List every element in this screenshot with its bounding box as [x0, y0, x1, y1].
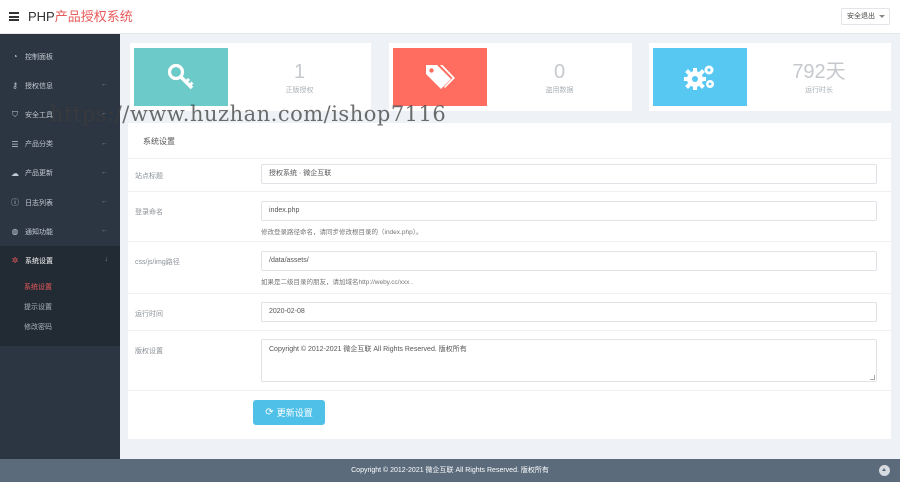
sidebar-item-dashboard[interactable]: ◔ 控制面板 [0, 42, 120, 71]
stat-label: 正版授权 [285, 87, 314, 94]
field-label: 版权设置 [135, 348, 163, 355]
arrow-left-icon: ← [101, 227, 108, 235]
field-label: css/js/img路径 [135, 259, 180, 266]
footer-copyright: Copyright © 2012-2021 微企互联 All Rights Re… [351, 467, 549, 474]
sidebar-item-system-settings[interactable]: ✲ 系统设置 ↓ [0, 246, 120, 276]
footer: Copyright © 2012-2021 微企互联 All Rights Re… [0, 459, 900, 482]
sidebar-item-label: 授权信息 [25, 82, 53, 90]
stat-tile [134, 48, 228, 106]
cogs-icon [684, 65, 714, 90]
stat-value: 0 [553, 61, 566, 83]
arrow-left-icon: ← [101, 110, 108, 118]
stat-card-uptime: 792天 运行时长 [649, 43, 891, 111]
back-to-top-icon[interactable] [879, 465, 890, 476]
arrow-down-icon: ↓ [104, 256, 109, 264]
brand-prefix: PHP [28, 9, 55, 24]
sidebar-item-label: 通知功能 [25, 228, 53, 236]
globe-icon: ◍ [11, 227, 19, 237]
cloud-upload-icon: ☁ [11, 168, 19, 178]
update-settings-button[interactable]: ⟳ 更新设置 [253, 400, 325, 425]
field-label: 运行时间 [135, 311, 163, 318]
list-icon: ☰ [11, 139, 19, 149]
login-name-input[interactable]: index.php [261, 201, 877, 221]
sidebar-item-categories[interactable]: ☰ 产品分类 ← [0, 130, 120, 159]
update-settings-label: 更新设置 [276, 408, 313, 418]
arrow-left-icon: ← [101, 168, 108, 176]
settings-panel: 系统设置 站点标题 授权系统 · 微企互联 登录命名 index.php 修改登… [128, 123, 891, 439]
hamburger-menu-icon[interactable] [9, 12, 19, 21]
sidebar-item-updates[interactable]: ☁ 产品更新 ← [0, 159, 120, 188]
brand-accent: 产品授权系统 [54, 9, 133, 24]
resize-handle[interactable] [870, 375, 875, 380]
sidebar-item-license[interactable]: ⚷ 授权信息 ← [0, 71, 120, 100]
key-icon: ⚷ [12, 81, 18, 91]
tag-icon [426, 65, 455, 89]
site-title-input[interactable]: 授权系统 · 微企互联 [261, 164, 877, 184]
cogs-icon: ✲ [11, 256, 19, 266]
stat-tile [393, 48, 487, 106]
stat-card-piracy: 0 盗用数据 [389, 43, 632, 111]
field-label: 登录命名 [135, 209, 163, 216]
sidebar: ◔ 控制面板 ⚷ 授权信息 ← ⛉ 安全工具 ← ☰ 产品分类 ← ☁ 产品更新… [0, 34, 120, 459]
logout-dropdown[interactable]: 安全退出 [841, 8, 890, 25]
sidebar-item-label: 系统设置 [25, 257, 53, 265]
form-divider [128, 390, 891, 391]
form-row-assets-path: css/js/img路径 /data/assets/ 如果是二级目录的朋友，请加… [128, 241, 891, 293]
logout-label: 安全退出 [847, 13, 875, 20]
app-title: PHP产品授权系统 [28, 9, 133, 25]
sidebar-item-label: 控制面板 [25, 53, 53, 61]
assets-path-input[interactable]: /data/assets/ [261, 251, 877, 271]
submenu-item-prompt-settings[interactable]: 提示设置 [0, 298, 120, 318]
arrow-left-icon: ← [101, 197, 108, 205]
run-time-input[interactable]: 2020-02-08 [261, 302, 877, 322]
stat-card-licenses: 1 正版授权 [130, 43, 371, 111]
sidebar-item-notifications[interactable]: ◍ 通知功能 ← [0, 217, 120, 246]
field-hint: 修改登录路径命名，请同步修改根目录的（index.php）。 [261, 229, 423, 236]
sidebar-submenu: 系统设置 提示设置 修改密码 [0, 275, 120, 346]
stat-label: 运行时长 [805, 87, 833, 94]
submenu-item-system-settings[interactable]: 系统设置 [0, 278, 120, 298]
copyright-text: Copyright © 2012-2021 微企互联 All Rights Re… [269, 346, 467, 353]
sidebar-item-label: 日志列表 [25, 199, 53, 207]
sidebar-item-logs[interactable]: ⓘ 日志列表 ← [0, 188, 120, 217]
key-icon [167, 63, 194, 90]
shield-icon: ⛉ [12, 109, 18, 119]
field-hint: 如果是二级目录的朋友，请加域名http://weby.cc/xxx . [261, 279, 413, 286]
copyright-textarea[interactable]: Copyright © 2012-2021 微企互联 All Rights Re… [261, 339, 877, 382]
stat-value: 792天 [792, 61, 846, 83]
form-row-site-title: 站点标题 授权系统 · 微企互联 [128, 158, 891, 191]
stat-value: 1 [293, 61, 306, 83]
sidebar-item-label: 产品更新 [25, 170, 53, 178]
stat-label: 盗用数据 [545, 87, 574, 94]
info-icon: ⓘ [11, 198, 19, 208]
caret-down-icon [879, 15, 885, 18]
submenu-item-change-password[interactable]: 修改密码 [0, 318, 120, 338]
top-bar: PHP产品授权系统 安全退出 [0, 0, 900, 34]
refresh-icon: ⟳ [265, 407, 274, 418]
sidebar-item-label: 产品分类 [25, 141, 53, 149]
arrow-left-icon: ← [101, 81, 108, 89]
sidebar-item-security[interactable]: ⛉ 安全工具 ← [0, 100, 120, 129]
dashboard-icon: ◔ [12, 52, 18, 62]
stat-tile [653, 48, 747, 106]
form-row-copyright: 版权设置 Copyright © 2012-2021 微企互联 All Righ… [128, 330, 891, 390]
field-label: 站点标题 [135, 173, 163, 180]
form-row-run-time: 运行时间 2020-02-08 [128, 293, 891, 330]
form-row-login-name: 登录命名 index.php 修改登录路径命名，请同步修改根目录的（index.… [128, 191, 891, 241]
arrow-left-icon: ← [101, 139, 108, 147]
panel-title: 系统设置 [143, 137, 175, 146]
sidebar-item-label: 安全工具 [25, 111, 53, 119]
